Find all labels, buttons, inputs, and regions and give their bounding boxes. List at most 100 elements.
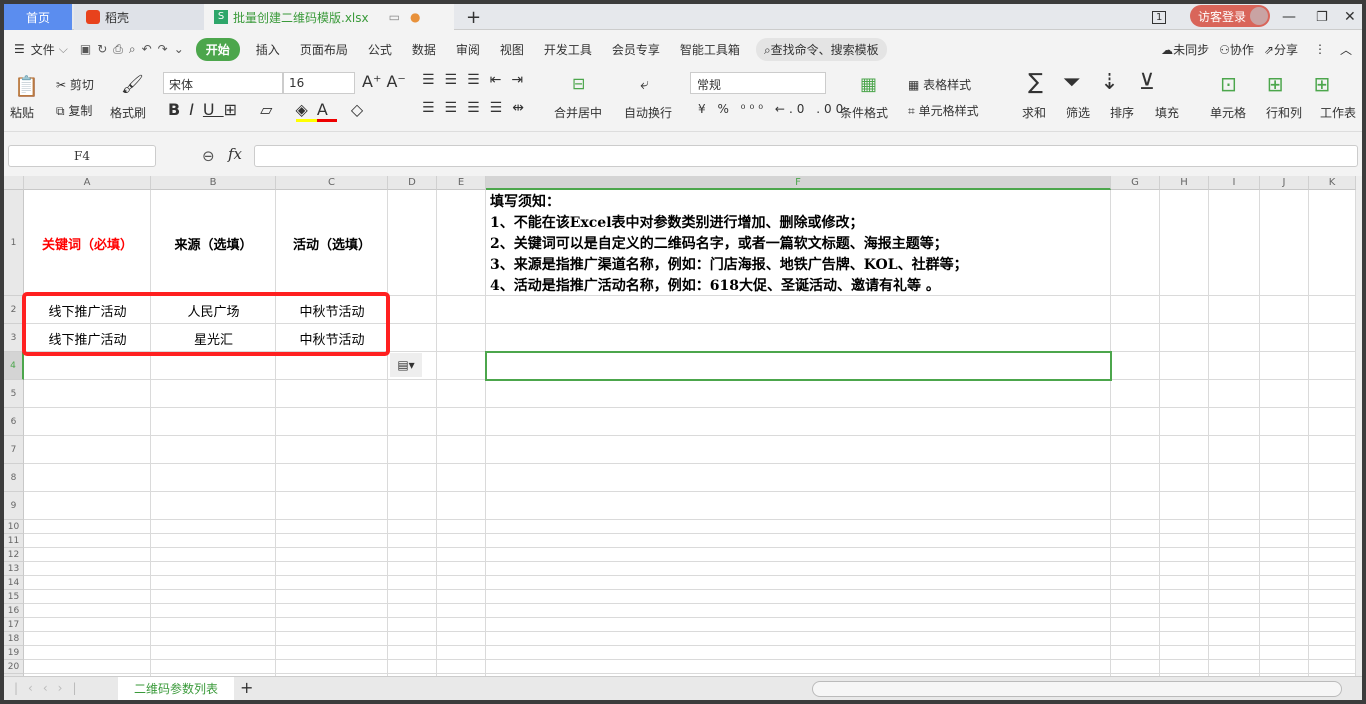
row-header-3[interactable]: 3 bbox=[4, 324, 24, 352]
menu-tab-data[interactable]: 数据 bbox=[412, 41, 436, 58]
row-header-9[interactable]: 9 bbox=[4, 492, 24, 520]
zoom-icon[interactable]: ⊖ bbox=[202, 147, 215, 165]
restore-button[interactable]: ❐ bbox=[1316, 4, 1328, 30]
column-header-A[interactable]: A bbox=[24, 176, 151, 190]
number-format-select[interactable]: 常规 bbox=[690, 72, 826, 94]
align-horizontal-icons[interactable]: ☰☰☰☰⇹ bbox=[422, 100, 534, 116]
row-col-button[interactable]: 行和列 bbox=[1266, 104, 1302, 121]
column-header-E[interactable]: E bbox=[437, 176, 486, 190]
paste-options-icon[interactable]: ▤▾ bbox=[390, 353, 422, 377]
column-header-B[interactable]: B bbox=[151, 176, 276, 190]
cell-style-button[interactable]: ⌗ 单元格样式 bbox=[908, 102, 979, 119]
menu-tab-start[interactable]: 开始 bbox=[195, 37, 240, 61]
more-icon[interactable]: ⋮ bbox=[1314, 42, 1326, 56]
row-header-6[interactable]: 6 bbox=[4, 408, 24, 436]
cut-button[interactable]: ✂ 剪切 bbox=[56, 76, 94, 93]
select-all-corner[interactable] bbox=[4, 176, 24, 190]
row-header-16[interactable]: 16 bbox=[4, 604, 24, 618]
row-header-14[interactable]: 14 bbox=[4, 576, 24, 590]
selected-cell-F4[interactable] bbox=[485, 351, 1112, 381]
menu-tab-toolbox[interactable]: 智能工具箱 bbox=[680, 41, 740, 58]
cell-C2[interactable]: 中秋节活动 bbox=[276, 296, 388, 324]
row-header-20[interactable]: 20 bbox=[4, 660, 24, 674]
sync-button[interactable]: ☁未同步 bbox=[1161, 41, 1209, 58]
cell-A3[interactable]: 线下推广活动 bbox=[24, 324, 151, 352]
copy-button[interactable]: ⧉ 复制 bbox=[56, 102, 92, 119]
cell-A2[interactable]: 线下推广活动 bbox=[24, 296, 151, 324]
column-header-J[interactable]: J bbox=[1260, 176, 1309, 190]
sheet-nav-arrows[interactable]: |‹‹›| bbox=[14, 681, 86, 695]
menu-tab-developer[interactable]: 开发工具 bbox=[544, 41, 592, 58]
row-header-12[interactable]: 12 bbox=[4, 548, 24, 562]
menu-tab-view[interactable]: 视图 bbox=[500, 41, 524, 58]
menu-tab-member[interactable]: 会员专享 bbox=[612, 41, 660, 58]
row-header-19[interactable]: 19 bbox=[4, 646, 24, 660]
fill-button[interactable]: 填充 bbox=[1155, 104, 1179, 121]
formula-input[interactable] bbox=[254, 145, 1358, 167]
share-button[interactable]: ⇗分享 bbox=[1264, 41, 1298, 58]
column-header-K[interactable]: K bbox=[1309, 176, 1356, 190]
spreadsheet-grid[interactable]: A B C D E F G H I J K 1 2 3 4 5 6 7 8 9 10 11 12 13 14 15 16 17 18 19… bbox=[4, 176, 1356, 676]
wrap-text-button[interactable]: 自动换行 bbox=[624, 104, 672, 121]
collapse-ribbon-icon[interactable]: ︿ bbox=[1340, 41, 1352, 58]
row-header-8[interactable]: 8 bbox=[4, 464, 24, 492]
number-format-icons[interactable]: ¥ % ⁰⁰⁰ ←.0 .00 bbox=[698, 102, 847, 116]
font-select[interactable]: 宋体 bbox=[163, 72, 283, 94]
header-cell-C1[interactable]: 活动（选填） bbox=[276, 190, 388, 296]
merge-center-button[interactable]: 合并居中 bbox=[554, 104, 602, 121]
command-search[interactable]: ⌕查找命令、搜索模板 bbox=[755, 37, 887, 61]
cell-B2[interactable]: 人民广场 bbox=[151, 296, 276, 324]
row-header-2[interactable]: 2 bbox=[4, 296, 24, 324]
row-header-11[interactable]: 11 bbox=[4, 534, 24, 548]
tab-docer[interactable]: 稻壳 bbox=[74, 4, 204, 30]
tab-file[interactable]: S 批量创建二维码模版.xlsx ▭ ● bbox=[204, 4, 454, 30]
window-count-badge[interactable]: 1 bbox=[1152, 10, 1167, 24]
row-header-10[interactable]: 10 bbox=[4, 520, 24, 534]
name-box[interactable]: F4 bbox=[8, 145, 156, 167]
close-button[interactable]: ✕ bbox=[1344, 4, 1356, 30]
column-header-G[interactable]: G bbox=[1111, 176, 1160, 190]
row-header-15[interactable]: 15 bbox=[4, 590, 24, 604]
menu-tab-insert[interactable]: 插入 bbox=[256, 41, 280, 58]
filter-button[interactable]: 筛选 bbox=[1066, 104, 1090, 121]
paste-button[interactable]: 粘贴 bbox=[10, 104, 34, 121]
row-header-13[interactable]: 13 bbox=[4, 562, 24, 576]
header-cell-B1[interactable]: 来源（选填） bbox=[151, 190, 276, 296]
row-header-7[interactable]: 7 bbox=[4, 436, 24, 464]
fx-icon[interactable]: fx bbox=[228, 145, 242, 163]
monitor-icon[interactable]: ▭ bbox=[389, 10, 400, 24]
collab-button[interactable]: ⚇协作 bbox=[1219, 41, 1254, 58]
horizontal-scrollbar[interactable] bbox=[812, 681, 1342, 697]
row-header-4[interactable]: 4 bbox=[4, 352, 24, 380]
cell-button[interactable]: 单元格 bbox=[1210, 104, 1246, 121]
vertical-scrollbar[interactable] bbox=[1356, 176, 1362, 676]
login-button[interactable]: 访客登录 bbox=[1190, 5, 1270, 27]
hamburger-icon[interactable]: ☰ bbox=[14, 42, 25, 56]
table-style-button[interactable]: ▦ 表格样式 bbox=[908, 76, 971, 93]
sort-button[interactable]: 排序 bbox=[1110, 104, 1134, 121]
column-header-H[interactable]: H bbox=[1160, 176, 1209, 190]
menu-tab-formula[interactable]: 公式 bbox=[368, 41, 392, 58]
new-tab-button[interactable]: + bbox=[466, 4, 481, 30]
conditional-format-button[interactable]: 条件格式 bbox=[840, 104, 888, 121]
menu-tab-review[interactable]: 审阅 bbox=[456, 41, 480, 58]
sum-button[interactable]: 求和 bbox=[1022, 104, 1046, 121]
font-grow-shrink-icons[interactable]: A⁺ A⁻ bbox=[362, 72, 406, 91]
menu-tab-layout[interactable]: 页面布局 bbox=[300, 41, 348, 58]
format-painter-button[interactable]: 格式刷 bbox=[110, 104, 146, 121]
quick-access-icons[interactable]: ▣↻⎙⌕↶↷⌄ bbox=[80, 42, 190, 57]
font-style-buttons[interactable]: BIU⊞ ▱ ◈A ◇ bbox=[168, 100, 372, 122]
sheet-tab[interactable]: 二维码参数列表 bbox=[118, 677, 234, 700]
paste-icon[interactable]: 📋 bbox=[14, 74, 39, 98]
notes-cell[interactable]: 填写须知： 1、不能在该Excel表中对参数类别进行增加、删除或修改； 2、关键词可… bbox=[486, 190, 1110, 295]
cell-C3[interactable]: 中秋节活动 bbox=[276, 324, 388, 352]
column-header-C[interactable]: C bbox=[276, 176, 388, 190]
column-header-F[interactable]: F bbox=[486, 176, 1111, 190]
header-cell-A1[interactable]: 关键词（必填） bbox=[24, 190, 151, 296]
column-header-D[interactable]: D bbox=[388, 176, 437, 190]
add-sheet-button[interactable]: + bbox=[240, 678, 253, 697]
row-header-1[interactable]: 1 bbox=[4, 190, 24, 296]
tab-home[interactable]: 首页 bbox=[4, 4, 72, 30]
column-header-I[interactable]: I bbox=[1209, 176, 1260, 190]
cell-B3[interactable]: 星光汇 bbox=[151, 324, 276, 352]
